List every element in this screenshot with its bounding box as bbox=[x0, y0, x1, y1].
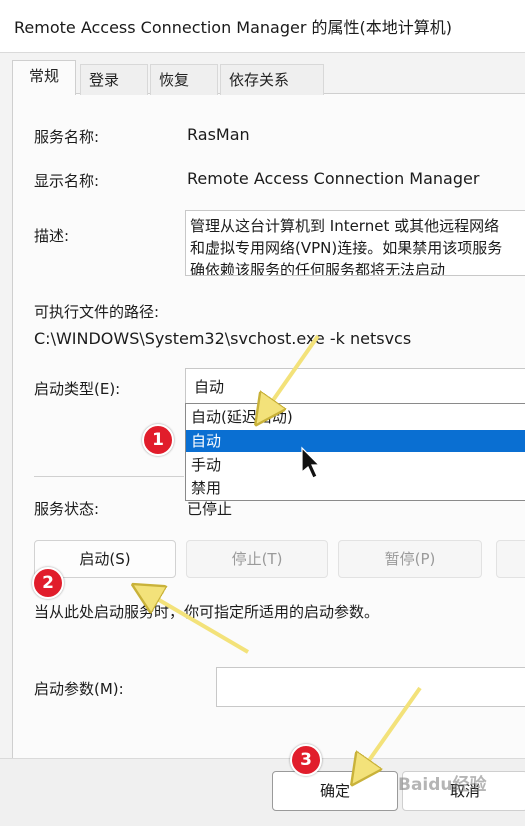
step-3-badge: 3 bbox=[290, 744, 322, 776]
pause-button[interactable]: 暂停(P) bbox=[338, 540, 482, 578]
description-line: 确依赖该服务的任何服务都将无法启动 bbox=[190, 261, 446, 276]
service-name-label: 服务名称: bbox=[34, 128, 100, 146]
tab-recovery[interactable]: 恢复 bbox=[150, 64, 218, 95]
display-name-label: 显示名称: bbox=[34, 172, 100, 190]
tab-general[interactable]: 常规 bbox=[12, 60, 76, 95]
step-2-badge: 2 bbox=[32, 567, 64, 599]
option-manual[interactable]: 手动 bbox=[186, 454, 525, 476]
tab-logon[interactable]: 登录 bbox=[80, 64, 148, 95]
description-box[interactable]: 管理从这台计算机到 Internet 或其他远程网络 和虚拟专用网络(VPN)连… bbox=[185, 210, 525, 276]
description-line: 和虚拟专用网络(VPN)连接。如果禁用该项服务 bbox=[190, 239, 503, 257]
start-params-input[interactable] bbox=[216, 667, 525, 707]
description-label: 描述: bbox=[34, 227, 70, 245]
tab-dependencies[interactable]: 依存关系 bbox=[220, 64, 324, 95]
resume-button[interactable] bbox=[496, 540, 525, 578]
display-name-value: Remote Access Connection Manager bbox=[187, 169, 480, 188]
start-hint: 当从此处启动服务时，你可指定所适用的启动参数。 bbox=[34, 603, 380, 621]
startup-type-select[interactable]: 自动 bbox=[185, 368, 525, 404]
stop-button[interactable]: 停止(T) bbox=[186, 540, 328, 578]
startup-type-value: 自动 bbox=[194, 378, 225, 396]
service-status-label: 服务状态: bbox=[34, 500, 100, 518]
step-1-badge: 1 bbox=[142, 424, 174, 456]
window-title: Remote Access Connection Manager 的属性(本地计… bbox=[14, 18, 453, 37]
option-auto[interactable]: 自动 bbox=[186, 430, 525, 452]
startup-type-label: 启动类型(E): bbox=[34, 380, 121, 398]
description-line: 管理从这台计算机到 Internet 或其他远程网络 bbox=[190, 217, 500, 235]
start-params-label: 启动参数(M): bbox=[34, 680, 124, 698]
service-status-value: 已停止 bbox=[187, 500, 233, 518]
title-bar: Remote Access Connection Manager 的属性(本地计… bbox=[0, 0, 525, 53]
separator bbox=[34, 476, 184, 477]
option-auto-delayed[interactable]: 自动(延迟启动) bbox=[186, 406, 525, 428]
startup-type-dropdown: 自动(延迟启动) 自动 手动 禁用 bbox=[185, 403, 525, 501]
path-value: C:\WINDOWS\System32\svchost.exe -k netsv… bbox=[34, 329, 412, 348]
service-name-value: RasMan bbox=[187, 125, 250, 144]
path-label: 可执行文件的路径: bbox=[34, 303, 160, 321]
ok-button[interactable]: 确定 bbox=[272, 771, 398, 811]
watermark-logo: Baidu经验 bbox=[398, 775, 487, 795]
option-disabled[interactable]: 禁用 bbox=[186, 477, 525, 499]
